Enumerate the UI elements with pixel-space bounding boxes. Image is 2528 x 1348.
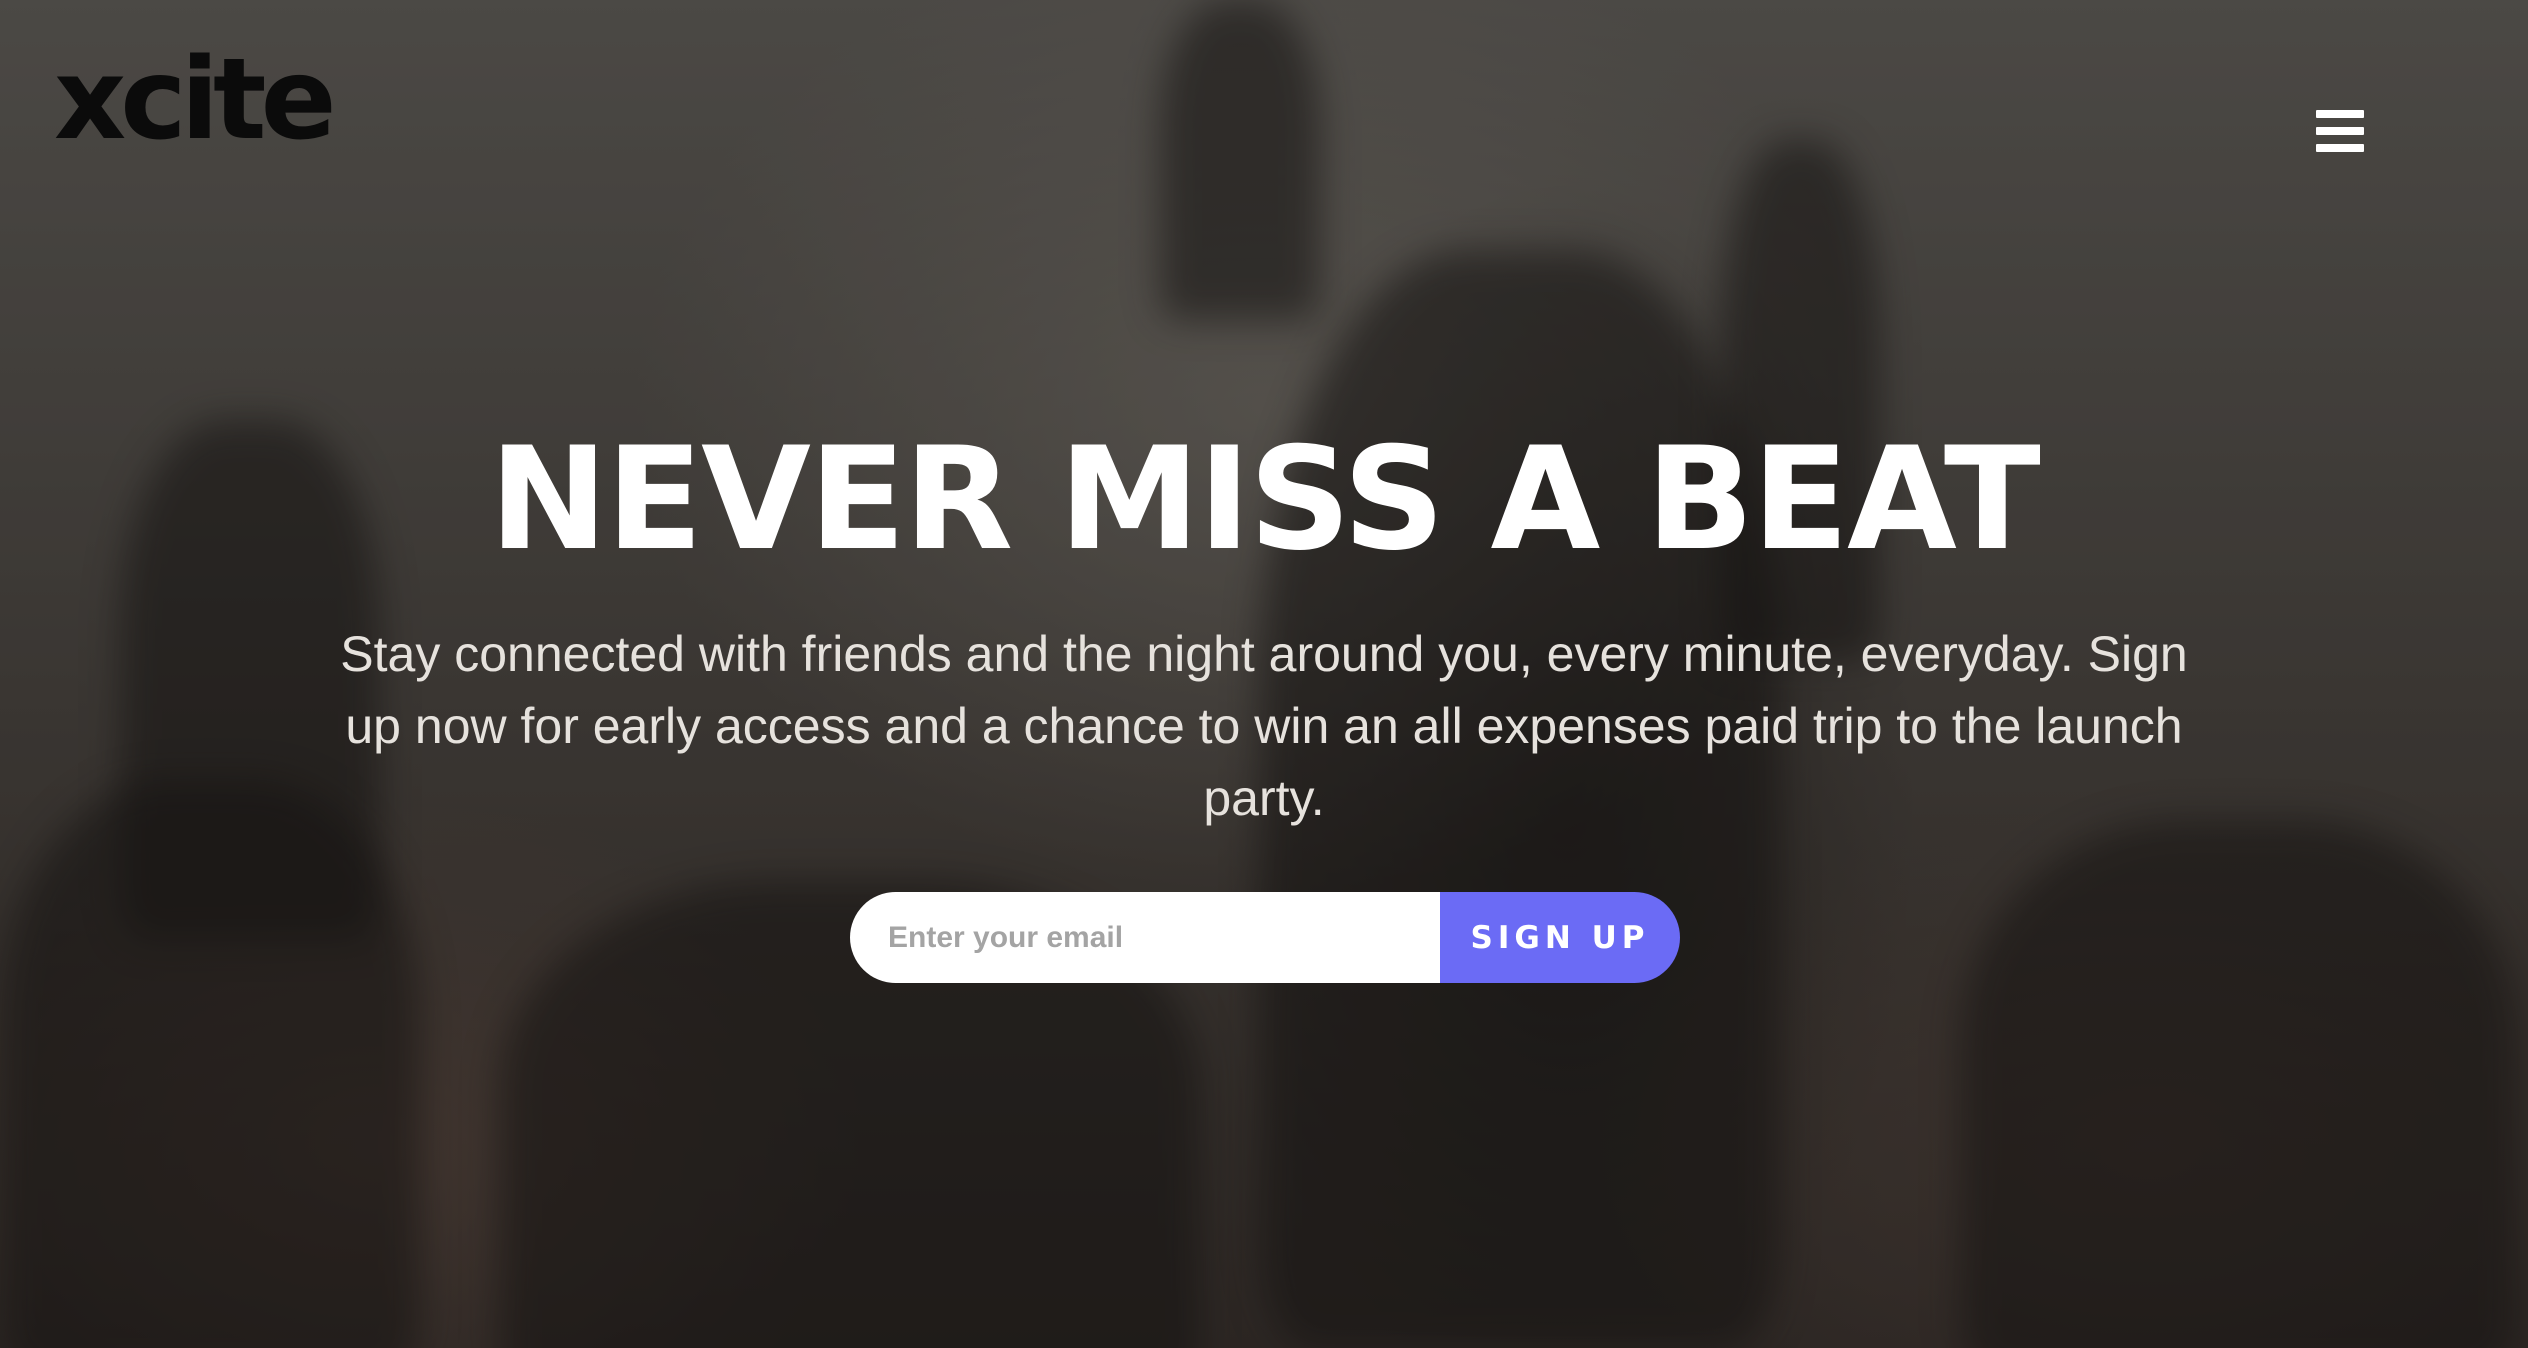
hero-subtext: Stay connected with friends and the nigh… [340,626,2188,826]
email-input[interactable] [850,892,1440,983]
menu-bar [2316,110,2364,118]
hero-content: NEVER MISS A BEAT Stay connected with fr… [0,420,2528,834]
menu-bar [2316,127,2364,135]
sign-up-button[interactable]: SIGN UP [1440,892,1680,983]
signup-form: SIGN UP [850,892,1680,983]
hamburger-menu-icon[interactable] [2316,110,2364,152]
hero-headline: NEVER MISS A BEAT [489,417,2041,582]
xcite-logo[interactable]: xcite [54,35,337,165]
logo-text: xcite [54,35,337,165]
menu-bar [2316,144,2364,152]
